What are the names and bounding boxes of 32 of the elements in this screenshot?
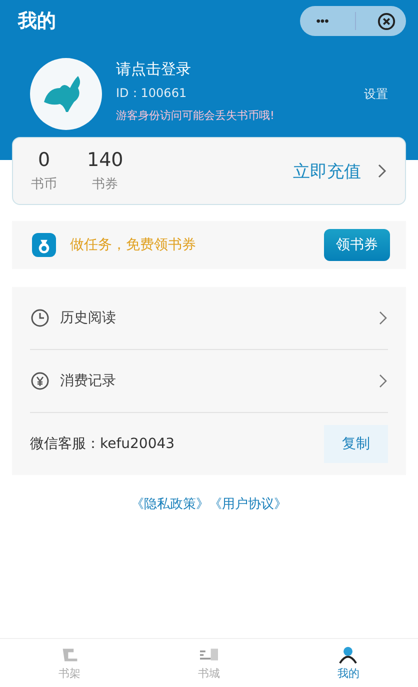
- more-button[interactable]: •••: [310, 14, 335, 28]
- copy-button[interactable]: 复制: [324, 425, 388, 463]
- tab[interactable]: 我的: [308, 646, 388, 680]
- stat-label: 书券: [92, 176, 118, 193]
- avatar-icon[interactable]: [30, 58, 102, 130]
- warning-text: 游客身份访问可能会丢失书币哦!: [116, 108, 274, 123]
- clock-icon: [30, 308, 50, 328]
- settings-link[interactable]: 设置: [364, 86, 388, 103]
- stat-value: 140: [87, 149, 124, 171]
- task-text: 做任务，免费领书券: [70, 236, 196, 254]
- page-title: 我的: [18, 9, 56, 34]
- contact-text: 微信客服：kefu20043: [30, 435, 175, 453]
- user-id: ID：100661: [116, 85, 188, 102]
- stat-value: 0: [38, 149, 50, 171]
- policy-link[interactable]: 《用户协议》: [209, 495, 287, 513]
- store-icon: [198, 646, 220, 664]
- tab[interactable]: 书城: [168, 646, 249, 680]
- menu-item[interactable]: 历史阅读: [30, 287, 388, 349]
- recharge-link[interactable]: 立即充值: [293, 160, 361, 182]
- policy-link[interactable]: 《隐私政策》: [131, 495, 209, 513]
- chevron-icon: [377, 163, 387, 179]
- chevron-icon: [378, 310, 388, 326]
- menu-item[interactable]: 消费记录: [30, 350, 388, 412]
- yen-icon: [30, 371, 50, 391]
- tab[interactable]: 书架: [30, 646, 110, 680]
- user-icon: [337, 646, 360, 664]
- login-link[interactable]: 请点击登录: [116, 60, 274, 79]
- chevron-icon: [378, 373, 388, 389]
- close-icon[interactable]: [376, 12, 396, 30]
- money-bag-icon: [32, 233, 56, 257]
- stat-label: 书币: [31, 176, 57, 193]
- claim-button[interactable]: 领书券: [324, 229, 390, 261]
